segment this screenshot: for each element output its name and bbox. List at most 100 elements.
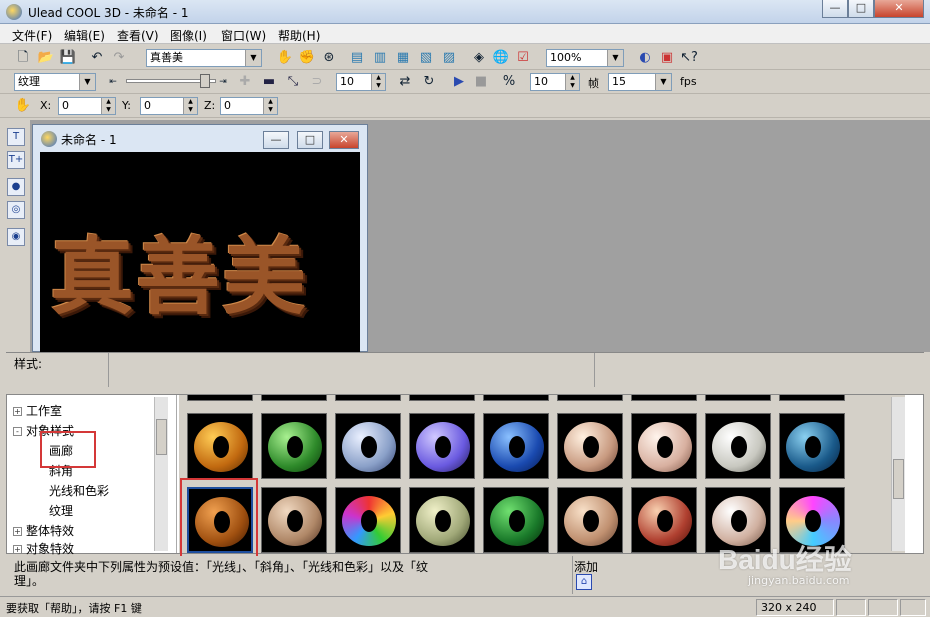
undo-icon[interactable]: ↶ [88,49,106,67]
stepper-icon[interactable]: ▲ ▼ [371,74,385,90]
select-object-icon[interactable]: ◎ [7,201,25,219]
timeline-start-icon[interactable]: ⇤ [104,73,122,91]
hand-position-icon[interactable]: ✋ [14,97,32,115]
chevron-down-icon[interactable]: ▼ [607,50,623,66]
view-reset-icon[interactable]: ▨ [440,49,458,67]
tree-item-texture[interactable]: 纹理 [49,502,73,519]
object-properties-icon[interactable]: ◉ [7,228,25,246]
minimize-button[interactable]: — [822,0,848,18]
canvas-3d-text[interactable]: 真善美 [50,210,308,331]
timeline-end-icon[interactable]: ⇥ [214,73,232,91]
chevron-down-icon[interactable]: ▼ [79,74,95,90]
loop-key-icon[interactable]: ⊃ [308,73,326,91]
gallery-thumbnail[interactable] [335,395,401,401]
properties-icon[interactable]: ◐ [636,49,654,67]
gallery-thumbnail[interactable] [557,413,623,479]
add-key-icon[interactable]: ✚ [236,73,254,91]
tree-item-bevel[interactable]: 斜角 [49,462,73,479]
gallery-thumbnail[interactable] [557,395,623,401]
gallery-thumbnail[interactable] [631,487,697,553]
mode-select[interactable]: 纹理 ▼ [14,73,96,91]
menu-window[interactable]: 窗口(W) [221,27,266,44]
gallery-scrollbar[interactable] [891,397,905,551]
stepper-icon[interactable]: ▲ ▼ [565,74,579,90]
zoom-object-icon[interactable]: ⊛ [320,49,338,67]
insert-shape-icon[interactable]: ● [7,178,25,196]
save-icon[interactable]: 💾 [59,49,77,67]
render-icon[interactable]: ◈ [470,49,488,67]
tree-item-object-style[interactable]: - 对象样式 [13,422,74,439]
expand-icon[interactable]: + [13,407,22,416]
menu-help[interactable]: 帮助(H) [278,27,320,44]
chevron-down-icon[interactable]: ▼ [245,50,261,66]
gallery-thumbnail[interactable] [335,413,401,479]
close-button[interactable]: ✕ [874,0,924,18]
gallery-thumbnail[interactable] [631,395,697,401]
view-side-icon[interactable]: ▦ [394,49,412,67]
redo-icon[interactable]: ↷ [110,49,128,67]
check-icon[interactable]: ☑ [514,49,532,67]
gallery-thumbnail[interactable] [409,487,475,553]
gallery-thumbnail[interactable] [187,395,253,401]
context-help-icon[interactable]: ↖? [680,49,698,67]
font-select[interactable]: 真善美 ▼ [146,49,262,67]
y-field[interactable]: 0 ▲ ▼ [140,97,198,115]
doc-maximize-button[interactable]: □ [297,131,323,149]
doc-minimize-button[interactable]: — [263,131,289,149]
gallery-thumbnail[interactable] [409,395,475,401]
menu-file[interactable]: 文件(F) [12,27,52,44]
gallery-thumbnail-selected[interactable] [187,487,253,553]
gallery-thumbnail[interactable] [631,413,697,479]
gallery-thumbnail[interactable] [483,395,549,401]
gallery-scroll-thumb[interactable] [893,459,904,499]
collapse-icon[interactable]: - [13,427,22,436]
gallery-thumbnail[interactable] [261,395,327,401]
resize-grip[interactable] [900,599,926,616]
swap-icon[interactable]: ⇄ [396,73,414,91]
view-front-icon[interactable]: ▤ [348,49,366,67]
gallery-thumbnail[interactable] [261,487,327,553]
menu-image[interactable]: 图像(I) [170,27,207,44]
fps-select[interactable]: 15 ▼ [608,73,672,91]
reverse-key-icon[interactable]: ⤡ [284,73,302,91]
expand-icon[interactable]: + [13,527,22,536]
add-to-palette-icon[interactable]: ⌂ [576,574,592,590]
expand-icon[interactable]: + [13,545,22,554]
stepper-icon[interactable]: ▲ ▼ [101,98,115,114]
hand-move-icon[interactable]: ✋ [276,49,294,67]
view-top-icon[interactable]: ▥ [371,49,389,67]
gallery-thumbnail[interactable] [483,413,549,479]
gallery-thumbnail[interactable] [779,487,845,553]
doc-close-button[interactable]: ✕ [329,131,359,149]
timeline-thumb[interactable] [200,74,210,88]
open-folder-icon[interactable]: 📂 [37,49,55,67]
stepper-icon[interactable]: ▲ ▼ [183,98,197,114]
maximize-button[interactable]: □ [848,0,874,18]
gallery-thumbnail[interactable] [187,413,253,479]
gallery-thumbnail[interactable] [705,487,771,553]
insert-text-icon[interactable]: T [7,128,25,146]
web-globe-icon[interactable]: 🌐 [492,49,510,67]
gallery-thumbnail[interactable] [261,413,327,479]
menu-view[interactable]: 查看(V) [117,27,159,44]
play-icon[interactable]: ▶ [450,73,468,91]
render-canvas[interactable]: 真善美 [40,152,360,352]
tree-item-studio[interactable]: + 工作室 [13,402,62,419]
tree-item-global-fx[interactable]: + 整体特效 [13,522,74,539]
zoom-select[interactable]: 100% ▼ [546,49,624,67]
frame2-field[interactable]: 10 ▲ ▼ [530,73,580,91]
stop-icon[interactable]: ■ [472,73,490,91]
view-back-icon[interactable]: ▧ [417,49,435,67]
tree-scroll-thumb[interactable] [156,419,167,455]
tree-item-object-fx[interactable]: + 对象特效 [13,540,74,557]
gallery-thumbnail[interactable] [335,487,401,553]
edit-text-icon[interactable]: T+ [7,151,25,169]
export-icon[interactable]: ▣ [658,49,676,67]
rotate-hand-icon[interactable]: ✊ [298,49,316,67]
gallery-thumbnail[interactable] [557,487,623,553]
tree-item-gallery[interactable]: 画廊 [49,442,73,459]
chevron-down-icon[interactable]: ▼ [655,74,671,90]
tree-item-light-color[interactable]: 光线和色彩 [49,482,109,499]
gallery-thumbnail[interactable] [779,413,845,479]
frame-field[interactable]: 10 ▲ ▼ [336,73,386,91]
